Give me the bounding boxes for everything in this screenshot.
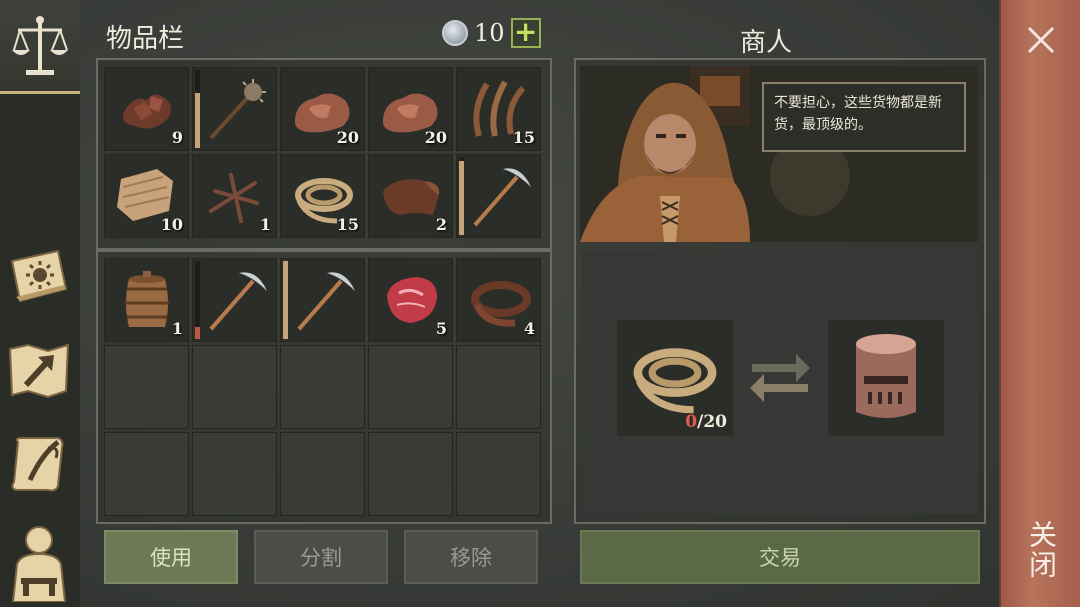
- required-count: /20: [697, 412, 727, 432]
- left-sidebar: [0, 0, 80, 607]
- close-panel[interactable]: 关闭: [999, 0, 1080, 607]
- empty-slot[interactable]: [280, 432, 365, 516]
- knight-helmet-icon: [856, 334, 916, 418]
- swap-arrows-icon: [750, 354, 810, 402]
- character-icon: [11, 526, 67, 602]
- close-icon[interactable]: [1023, 22, 1059, 58]
- durability-bar: [195, 70, 200, 148]
- split-button[interactable]: 分割: [254, 530, 388, 584]
- inventory-slot[interactable]: 20: [368, 67, 453, 151]
- inventory-slot[interactable]: 9: [104, 67, 189, 151]
- item-quantity: 9: [171, 128, 183, 147]
- item-quantity: 2: [435, 215, 447, 234]
- inventory-slot[interactable]: 4: [456, 258, 541, 342]
- sidebar-tab-character[interactable]: [6, 520, 72, 604]
- use-button[interactable]: 使用: [104, 530, 238, 584]
- remove-button[interactable]: 移除: [404, 530, 538, 584]
- sidebar-tab-quests[interactable]: [6, 428, 72, 500]
- pickaxe-icon: [209, 272, 267, 331]
- inventory-slot[interactable]: 15: [280, 154, 365, 238]
- currency-display: 10 +: [442, 18, 541, 48]
- inventory-slot[interactable]: 1: [192, 154, 277, 238]
- mace-icon: [209, 79, 266, 140]
- empty-slot[interactable]: [192, 432, 277, 516]
- sidebar-tab-trade[interactable]: [0, 0, 80, 94]
- trade-give-slot[interactable]: 0/20: [617, 320, 733, 436]
- inventory-slot[interactable]: [192, 258, 277, 342]
- item-quantity: 20: [424, 128, 447, 147]
- empty-slot[interactable]: [104, 345, 189, 429]
- owned-count: 0: [685, 412, 698, 432]
- hotbar-grid: 1 5 4: [104, 258, 541, 516]
- durability-bar: [459, 157, 464, 235]
- empty-slot[interactable]: [368, 432, 453, 516]
- coin-count: 10: [474, 19, 505, 47]
- plus-icon: +: [513, 15, 538, 48]
- pickaxe-icon: [473, 168, 531, 227]
- item-quantity: 5: [435, 319, 447, 338]
- crafting-book-icon: [10, 249, 68, 303]
- item-quantity: 1: [171, 319, 183, 338]
- map-icon: [8, 343, 70, 399]
- item-quantity: 4: [523, 319, 535, 338]
- add-currency-button[interactable]: +: [510, 15, 541, 48]
- durability-bar: [195, 261, 200, 339]
- empty-slot[interactable]: [456, 345, 541, 429]
- inventory-slot[interactable]: [456, 154, 541, 238]
- durability-bar: [283, 261, 288, 339]
- empty-slot[interactable]: [104, 432, 189, 516]
- inventory-slot[interactable]: 10: [104, 154, 189, 238]
- item-quantity: 10: [160, 215, 183, 234]
- inventory-divider: [96, 248, 552, 252]
- quest-scroll-icon: [11, 437, 64, 492]
- inventory-slot[interactable]: 5: [368, 258, 453, 342]
- inventory-slot[interactable]: 1: [104, 258, 189, 342]
- inventory-slot[interactable]: [280, 258, 365, 342]
- scales-icon: [12, 16, 68, 75]
- empty-slot[interactable]: [456, 432, 541, 516]
- item-quantity: 20: [336, 128, 359, 147]
- empty-slot[interactable]: [280, 345, 365, 429]
- sidebar-tab-crafting[interactable]: [6, 240, 72, 312]
- inventory-title: 物品栏: [106, 24, 185, 54]
- merchant-speech-bubble: 不要担心，这些货物都是新货，最顶级的。: [762, 82, 966, 152]
- sidebar-tab-map[interactable]: [6, 334, 72, 406]
- trade-button[interactable]: 交易: [580, 530, 980, 584]
- inventory-slot[interactable]: [192, 67, 277, 151]
- close-label[interactable]: 关闭: [1025, 520, 1058, 580]
- empty-slot[interactable]: [192, 345, 277, 429]
- item-quantity: 1: [259, 215, 271, 234]
- inventory-slot[interactable]: 2: [368, 154, 453, 238]
- silver-coin-icon: [442, 20, 468, 46]
- pickaxe-icon: [297, 272, 355, 331]
- inventory-slot[interactable]: 20: [280, 67, 365, 151]
- empty-slot[interactable]: [368, 345, 453, 429]
- backpack-grid: 9 20 20 15 10 1 15 2: [104, 67, 541, 238]
- merchant-title: 商人: [740, 28, 793, 58]
- item-quantity: 15: [336, 215, 359, 234]
- item-quantity: 15: [512, 128, 535, 147]
- trade-receive-slot[interactable]: [828, 320, 944, 436]
- rope-icon: [633, 348, 717, 414]
- trade-required-quantity: 0/20: [685, 412, 727, 432]
- inventory-slot[interactable]: 15: [456, 67, 541, 151]
